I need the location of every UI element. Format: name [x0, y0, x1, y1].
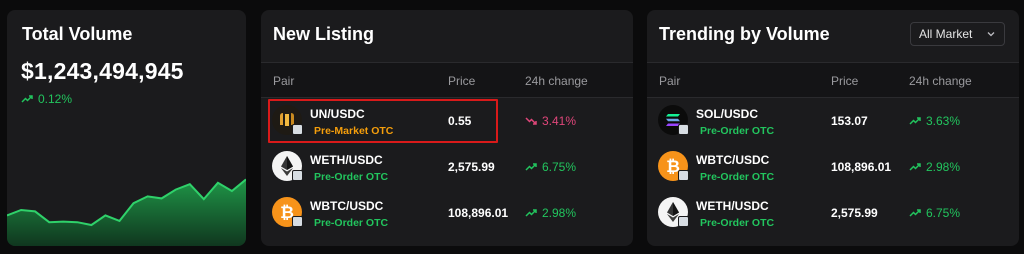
highlight-box [268, 99, 498, 143]
pair-name: SOL/USDC [696, 107, 759, 121]
chevron-down-icon [987, 32, 995, 37]
usdc-badge-icon [678, 170, 689, 181]
usdc-badge-icon [292, 216, 303, 227]
price-value: 108,896.01 [831, 160, 892, 174]
change-value: 2.98% [525, 206, 576, 220]
pair-name: WETH/USDC [310, 153, 383, 167]
table-row[interactable]: WETH/USDC Pre-Order OTC 2,575.99 6.75% [647, 190, 1019, 236]
trend-up-icon [21, 95, 33, 103]
total-volume-value: $1,243,494,945 [21, 58, 184, 84]
change-value: 6.75% [909, 206, 960, 220]
change-value: 3.63% [909, 114, 960, 128]
otc-tag: Pre-Order OTC [700, 171, 775, 183]
change-percent: 6.75% [926, 206, 961, 220]
column-pair: Pair [273, 74, 295, 88]
price-value: 108,896.01 [448, 206, 509, 220]
market-select[interactable]: All Market [910, 22, 1005, 46]
total-volume-change: 0.12% [21, 92, 72, 106]
new-listing-table-header: Pair Price 24h change [261, 62, 633, 98]
column-pair: Pair [659, 74, 681, 88]
price-value: 153.07 [831, 114, 868, 128]
otc-tag: Pre-Order OTC [314, 217, 389, 229]
trending-table-header: Pair Price 24h change [647, 62, 1019, 98]
total-volume-change-value: 0.12% [38, 92, 73, 106]
column-24h-change: 24h change [909, 74, 972, 88]
change-percent: 6.75% [542, 160, 577, 174]
volume-sparkline-chart [7, 178, 246, 246]
change-value: 6.75% [525, 160, 576, 174]
usdc-badge-icon [678, 124, 689, 135]
price-value: 2,575.99 [831, 206, 878, 220]
column-24h-change: 24h change [525, 74, 588, 88]
trend-up-icon [909, 163, 921, 171]
usdc-badge-icon [678, 216, 689, 227]
pair-name: WBTC/USDC [310, 199, 384, 213]
market-select-value: All Market [919, 27, 973, 41]
new-listing-title: New Listing [273, 24, 375, 44]
price-value: 2,575.99 [448, 160, 495, 174]
change-percent: 3.41% [542, 114, 577, 128]
table-row[interactable]: ₿ WBTC/USDC Pre-Order OTC 108,896.01 2.9… [261, 190, 633, 236]
trend-up-icon [909, 117, 921, 125]
otc-tag: Pre-Order OTC [314, 171, 389, 183]
change-percent: 2.98% [542, 206, 577, 220]
change-percent: 3.63% [926, 114, 961, 128]
trend-up-icon [525, 209, 537, 217]
trend-up-icon [909, 209, 921, 217]
pair-name: WETH/USDC [696, 199, 769, 213]
column-price: Price [448, 74, 476, 88]
table-row[interactable]: ₿ WBTC/USDC Pre-Order OTC 108,896.01 2.9… [647, 144, 1019, 190]
otc-tag: Pre-Order OTC [700, 125, 775, 137]
change-value: 2.98% [909, 160, 960, 174]
change-value: 3.41% [525, 114, 576, 128]
otc-tag: Pre-Order OTC [700, 217, 775, 229]
trending-card: Trending by Volume All Market Pair Price… [647, 10, 1019, 246]
trend-down-icon [525, 117, 537, 125]
table-row[interactable]: WETH/USDC Pre-Order OTC 2,575.99 6.75% [261, 144, 633, 190]
usdc-badge-icon [292, 170, 303, 181]
table-row[interactable]: SOL/USDC Pre-Order OTC 153.07 3.63% [647, 98, 1019, 144]
total-volume-title: Total Volume [22, 24, 133, 44]
trend-up-icon [525, 163, 537, 171]
column-price: Price [831, 74, 859, 88]
pair-name: WBTC/USDC [696, 153, 770, 167]
trending-title: Trending by Volume [659, 24, 830, 44]
change-percent: 2.98% [926, 160, 961, 174]
new-listing-card: New Listing Pair Price 24h change UN/USD… [261, 10, 633, 246]
total-volume-card: Total Volume $1,243,494,945 0.12% [7, 10, 246, 246]
